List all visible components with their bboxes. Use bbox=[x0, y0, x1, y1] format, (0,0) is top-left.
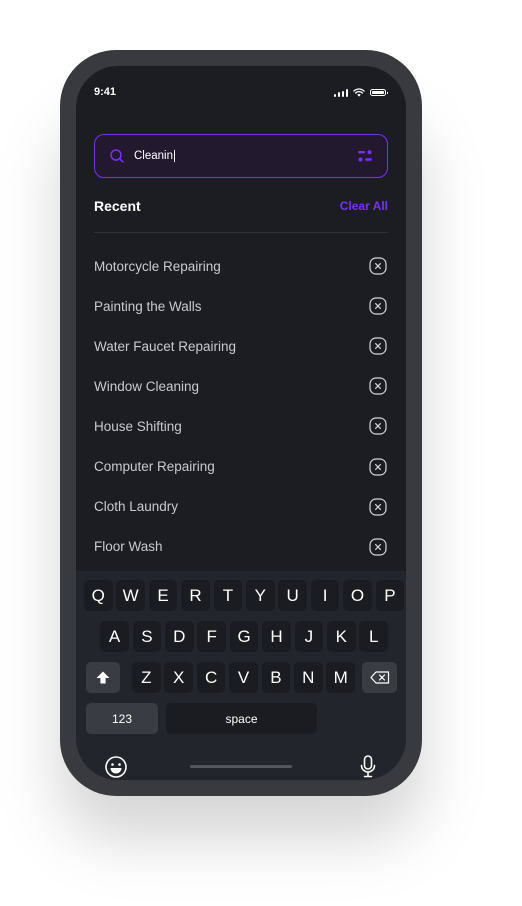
key-k[interactable]: K bbox=[327, 621, 356, 652]
key-v[interactable]: V bbox=[229, 662, 258, 693]
key-o[interactable]: O bbox=[343, 580, 372, 611]
list-item[interactable]: House Shifting bbox=[94, 406, 388, 446]
key-b[interactable]: B bbox=[261, 662, 291, 693]
remove-icon[interactable] bbox=[369, 337, 387, 355]
key-f[interactable]: F bbox=[197, 621, 226, 652]
key-c[interactable]: C bbox=[196, 662, 226, 693]
search-input[interactable]: Cleanin bbox=[134, 150, 357, 162]
backspace-icon bbox=[369, 671, 389, 684]
remove-icon[interactable] bbox=[369, 538, 387, 556]
remove-icon[interactable] bbox=[369, 297, 387, 315]
wifi-icon bbox=[353, 88, 365, 97]
battery-icon bbox=[370, 89, 388, 96]
clear-all-button[interactable]: Clear All bbox=[340, 199, 388, 213]
status-time: 9:41 bbox=[94, 86, 117, 98]
key-g[interactable]: G bbox=[229, 621, 259, 652]
list-item[interactable]: Cloth Laundry bbox=[94, 487, 388, 527]
cellular-signal-icon bbox=[333, 88, 348, 97]
list-item[interactable]: Water Faucet Repairing bbox=[94, 326, 388, 366]
shift-icon bbox=[96, 671, 110, 684]
divider bbox=[94, 232, 388, 233]
home-indicator bbox=[190, 765, 292, 768]
key-r[interactable]: R bbox=[181, 580, 210, 611]
search-icon bbox=[110, 149, 124, 163]
key-p[interactable]: P bbox=[375, 580, 405, 611]
list-item[interactable]: Floor Wash bbox=[94, 527, 388, 567]
space-key[interactable]: space bbox=[166, 703, 317, 734]
list-item-label: Window Cleaning bbox=[94, 378, 200, 394]
key-x[interactable]: X bbox=[164, 662, 193, 693]
shift-key[interactable] bbox=[86, 662, 120, 693]
list-item-label: House Shifting bbox=[94, 418, 182, 434]
list-item-label: Floor Wash bbox=[94, 539, 163, 555]
remove-icon[interactable] bbox=[369, 257, 387, 275]
list-item[interactable]: Motorcycle Repairing bbox=[94, 246, 388, 286]
recent-list: Motorcycle Repairing Painting the Walls Wa… bbox=[94, 246, 388, 567]
key-z[interactable]: Z bbox=[132, 662, 161, 693]
emoji-icon[interactable] bbox=[104, 755, 128, 779]
key-e[interactable]: E bbox=[148, 580, 178, 611]
list-item-label: Cloth Laundry bbox=[94, 499, 179, 515]
list-item-label: Motorcycle Repairing bbox=[94, 258, 221, 274]
key-s[interactable]: S bbox=[132, 621, 162, 652]
recent-heading: Recent bbox=[94, 198, 141, 214]
filter-icon[interactable] bbox=[357, 149, 373, 163]
backspace-key[interactable] bbox=[362, 662, 397, 693]
list-item-label: Water Faucet Repairing bbox=[94, 338, 237, 354]
list-item-label: Computer Repairing bbox=[94, 459, 215, 475]
key-q[interactable]: Q bbox=[84, 580, 113, 611]
list-item[interactable]: Computer Repairing bbox=[94, 446, 388, 486]
remove-icon[interactable] bbox=[369, 498, 387, 516]
keyboard: Q W E R T Y U I O P A S D F G H J K L Z X C V B N M 123 space bbox=[76, 571, 406, 780]
status-icons bbox=[333, 88, 388, 97]
key-i[interactable]: I bbox=[310, 580, 340, 611]
key-a[interactable]: A bbox=[100, 621, 129, 652]
remove-icon[interactable] bbox=[369, 377, 387, 395]
key-w[interactable]: W bbox=[116, 580, 145, 611]
phone-frame: 9:41 Cleanin Recent Clear All Motorcycle… bbox=[60, 50, 422, 796]
list-item-label: Painting the Walls bbox=[94, 298, 202, 314]
screen: 9:41 Cleanin Recent Clear All Motorcycle… bbox=[76, 66, 406, 780]
search-input-value: Cleanin bbox=[134, 150, 173, 162]
text-caret bbox=[174, 150, 175, 162]
remove-icon[interactable] bbox=[369, 417, 387, 436]
key-u[interactable]: U bbox=[278, 580, 307, 611]
key-y[interactable]: Y bbox=[246, 580, 275, 611]
key-n[interactable]: N bbox=[294, 662, 323, 693]
list-item[interactable]: Painting the Walls bbox=[94, 286, 388, 326]
microphone-icon[interactable] bbox=[359, 755, 377, 779]
key-m[interactable]: M bbox=[326, 662, 355, 693]
search-field[interactable]: Cleanin bbox=[94, 134, 388, 178]
list-item[interactable]: Window Cleaning bbox=[94, 366, 388, 406]
numbers-key[interactable]: 123 bbox=[86, 703, 158, 734]
key-j[interactable]: J bbox=[294, 621, 324, 652]
key-l[interactable]: L bbox=[359, 621, 388, 652]
key-h[interactable]: H bbox=[262, 621, 291, 652]
remove-icon[interactable] bbox=[369, 457, 387, 476]
key-d[interactable]: D bbox=[165, 621, 194, 652]
key-t[interactable]: T bbox=[213, 580, 243, 611]
